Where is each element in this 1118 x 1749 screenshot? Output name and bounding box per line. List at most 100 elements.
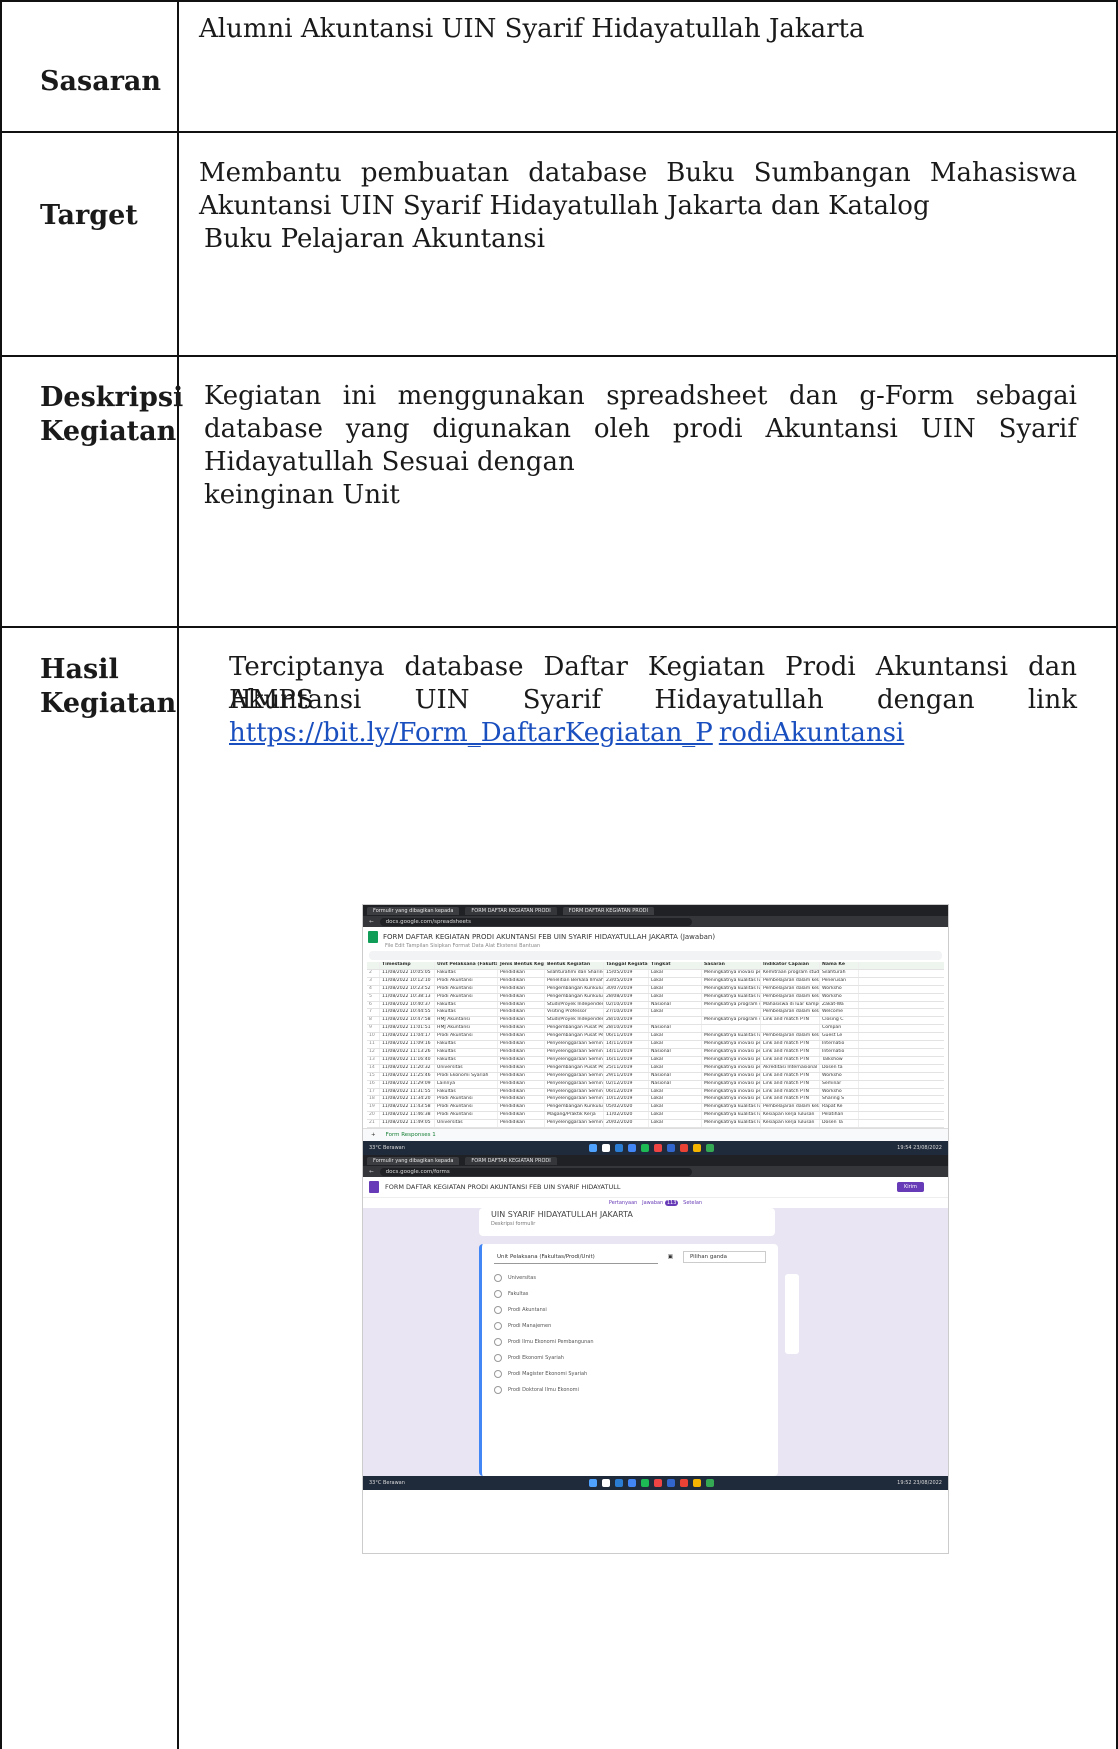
- sheet-cell[interactable]: Sharing S: [820, 1096, 859, 1104]
- sheet-cell[interactable]: 15: [367, 1072, 380, 1080]
- sheet-cell[interactable]: [367, 962, 380, 969]
- sheet-cell[interactable]: Timestamp: [380, 962, 435, 969]
- sheet-cell[interactable]: 29/11/2019: [604, 1072, 649, 1080]
- sheet-cell[interactable]: Lokal: [649, 1041, 702, 1048]
- sheet-cell[interactable]: [761, 1025, 820, 1033]
- sheet-cell[interactable]: 8: [367, 1017, 380, 1025]
- sheet-cell[interactable]: 11/08/2022 11:09:16: [380, 1041, 435, 1048]
- sheet-cell[interactable]: Pendidikan: [498, 1041, 545, 1048]
- sheet-cell[interactable]: Penyelenggaraan Semin: [545, 1048, 604, 1056]
- sheet-cell[interactable]: Nasional: [649, 1001, 702, 1009]
- sheet-cell[interactable]: Unit Pelaksana (Fakultas: [435, 962, 498, 969]
- sheet-cell[interactable]: Pendidikan: [498, 1072, 545, 1080]
- sheet-cell[interactable]: Tanggal Kegiatan: [604, 962, 649, 969]
- sheet-cell[interactable]: Lokal: [649, 985, 702, 993]
- tab-setelan[interactable]: Setelan: [683, 1200, 702, 1206]
- sheet-cell[interactable]: Lokal: [649, 1056, 702, 1064]
- sheet-cell[interactable]: 3: [367, 977, 380, 985]
- sheet-cell[interactable]: HMJ Akuntansi: [435, 1025, 498, 1033]
- sheet-cell[interactable]: Pengembangan Pusat Pe: [545, 1033, 604, 1041]
- sheet-cell[interactable]: 11/08/2022 10:38:13: [380, 993, 435, 1001]
- sheet-cell[interactable]: Link and match PTN: [761, 1096, 820, 1104]
- sheet-cell[interactable]: Prodi Akuntansi: [435, 1112, 498, 1120]
- send-button[interactable]: Kirim: [897, 1182, 924, 1193]
- sheet-cell[interactable]: Mahasiswa di luar kampu: [761, 1001, 820, 1009]
- sheet-cell[interactable]: Dosen ta: [820, 1064, 859, 1072]
- sheet-cell[interactable]: Fakultas: [435, 1041, 498, 1048]
- sheet-cell[interactable]: Pendidikan: [498, 1009, 545, 1017]
- sheet-cell[interactable]: Pendidikan: [498, 1025, 545, 1033]
- sheet-cell[interactable]: Meningkatnya kualitas lu: [702, 1112, 761, 1120]
- sheet-cell[interactable]: 11/08/2022 10:47:58: [380, 1017, 435, 1025]
- sheet-cell[interactable]: 2: [367, 969, 380, 977]
- sheet-cell[interactable]: Pendidikan: [498, 977, 545, 985]
- sheet-cell[interactable]: 11/08/2022 11:43:58: [380, 1104, 435, 1112]
- sheet-cell[interactable]: Link and match PTN: [761, 1056, 820, 1064]
- sheet-cell[interactable]: 19: [367, 1104, 380, 1112]
- activity-link[interactable]: https://bit.ly/Form_DaftarKegiatan_P rodi…: [229, 717, 910, 750]
- radio-icon[interactable]: [494, 1338, 502, 1347]
- sheet-cell[interactable]: 9: [367, 1025, 380, 1033]
- sheet-cell[interactable]: 13: [367, 1056, 380, 1064]
- sheet-cell[interactable]: Fakultas: [435, 1009, 498, 1017]
- sheet-cell[interactable]: Link and match PTN: [761, 1072, 820, 1080]
- sheet-cell[interactable]: Worksho: [820, 985, 859, 993]
- sheet-cell[interactable]: Link and match PTN: [761, 1088, 820, 1096]
- sheet-cell[interactable]: Tingkat: [649, 962, 702, 969]
- sheet-cell[interactable]: 5: [367, 993, 380, 1001]
- sheet-cell[interactable]: Penyelenggaraan Semin: [545, 1088, 604, 1096]
- sheet-cell[interactable]: Meningkatnya kualitas lu: [702, 1120, 761, 1128]
- activity-link-part1[interactable]: https://bit.ly/Form_DaftarKegiatan_P: [229, 718, 713, 748]
- sheet-cell[interactable]: Meningkatnya inovasi pe: [702, 1096, 761, 1104]
- radio-icon[interactable]: [494, 1370, 502, 1379]
- sheet-cell[interactable]: Penerusan: [820, 977, 859, 985]
- radio-icon[interactable]: [494, 1274, 502, 1283]
- sheet-cell[interactable]: Pembelajaran dalam kela: [761, 1009, 820, 1017]
- sheet-cell[interactable]: Prodi Akuntansi: [435, 1104, 498, 1112]
- sheet-cell[interactable]: Meningkatnya kualitas lu: [702, 1104, 761, 1112]
- sheet-cell[interactable]: Compan: [820, 1025, 859, 1033]
- sheet-cell[interactable]: Magang/Praktik Kerja: [545, 1112, 604, 1120]
- sheet-cell[interactable]: 11/08/2022 11:49:05: [380, 1120, 435, 1128]
- sheet-cell[interactable]: 11/08/2022 10:05:05: [380, 969, 435, 977]
- sheet-cell[interactable]: Penelitian Berkala Ilmiah: [545, 977, 604, 985]
- image-icon[interactable]: ▣: [668, 1254, 673, 1260]
- sheet-cell[interactable]: Pelatihan: [820, 1112, 859, 1120]
- sheet-cell[interactable]: [702, 1025, 761, 1033]
- sheet-cell[interactable]: Pendidikan: [498, 993, 545, 1001]
- sheet-cell[interactable]: Nasional: [649, 1080, 702, 1088]
- sheet-cell[interactable]: 11/08/2022 11:01:51: [380, 1025, 435, 1033]
- sheet-cell[interactable]: Fakultas: [435, 969, 498, 977]
- sheet-cell[interactable]: 11/08/2022 10:44:55: [380, 1009, 435, 1017]
- sheet-cell[interactable]: Rapat Ke: [820, 1104, 859, 1112]
- sheet-cell[interactable]: Nasional: [649, 1048, 702, 1056]
- radio-icon[interactable]: [494, 1306, 502, 1315]
- sheet-cell[interactable]: Pendidikan: [498, 1017, 545, 1025]
- sheet-cell[interactable]: Pembelajaran dalam kela: [761, 1033, 820, 1041]
- sheet-cell[interactable]: 28/08/2019: [604, 993, 649, 1001]
- sheet-cell[interactable]: Fakultas: [435, 1088, 498, 1096]
- sheet-cell[interactable]: Pendidikan: [498, 1064, 545, 1072]
- sheet-cell[interactable]: Penyelenggaraan Semin: [545, 1056, 604, 1064]
- sheet-cell[interactable]: Pembelajaran dalam kela: [761, 977, 820, 985]
- sheet-cell[interactable]: 11/08/2022 11:46:38: [380, 1112, 435, 1120]
- radio-icon[interactable]: [494, 1290, 502, 1299]
- sheet-cell[interactable]: Meningkatnya kualitas lu: [702, 1033, 761, 1041]
- sheet-cell[interactable]: 11/08/2022 11:13:26: [380, 1048, 435, 1056]
- sheet-cell[interactable]: Pengembangan Kurikulu: [545, 985, 604, 993]
- sheet-cell[interactable]: Pendidikan: [498, 1001, 545, 1009]
- sheet-cell[interactable]: Lokal: [649, 1088, 702, 1096]
- sheet-cell[interactable]: Lokal: [649, 1064, 702, 1072]
- sheet-cell[interactable]: Worksho: [820, 1072, 859, 1080]
- sheet-cell[interactable]: Lainnya: [435, 1080, 498, 1088]
- sheet-cell[interactable]: Meningkatnya inovasi pe: [702, 1064, 761, 1072]
- sheet-cell[interactable]: [702, 1009, 761, 1017]
- form-option[interactable]: Fakultas: [482, 1286, 778, 1302]
- sheet-cell[interactable]: Closing C: [820, 1017, 859, 1025]
- sheet-cell[interactable]: Meningkatnya kualitas lu: [702, 993, 761, 1001]
- sheet-cell[interactable]: Pengembangan Kurikulu: [545, 993, 604, 1001]
- sheet-cell[interactable]: 28/10/2019: [604, 1025, 649, 1033]
- sheet-cell[interactable]: Pengembangan Kurikulu: [545, 1104, 604, 1112]
- sheet-cell[interactable]: Lokal: [649, 1104, 702, 1112]
- sheet-cell[interactable]: Fakultas: [435, 1056, 498, 1064]
